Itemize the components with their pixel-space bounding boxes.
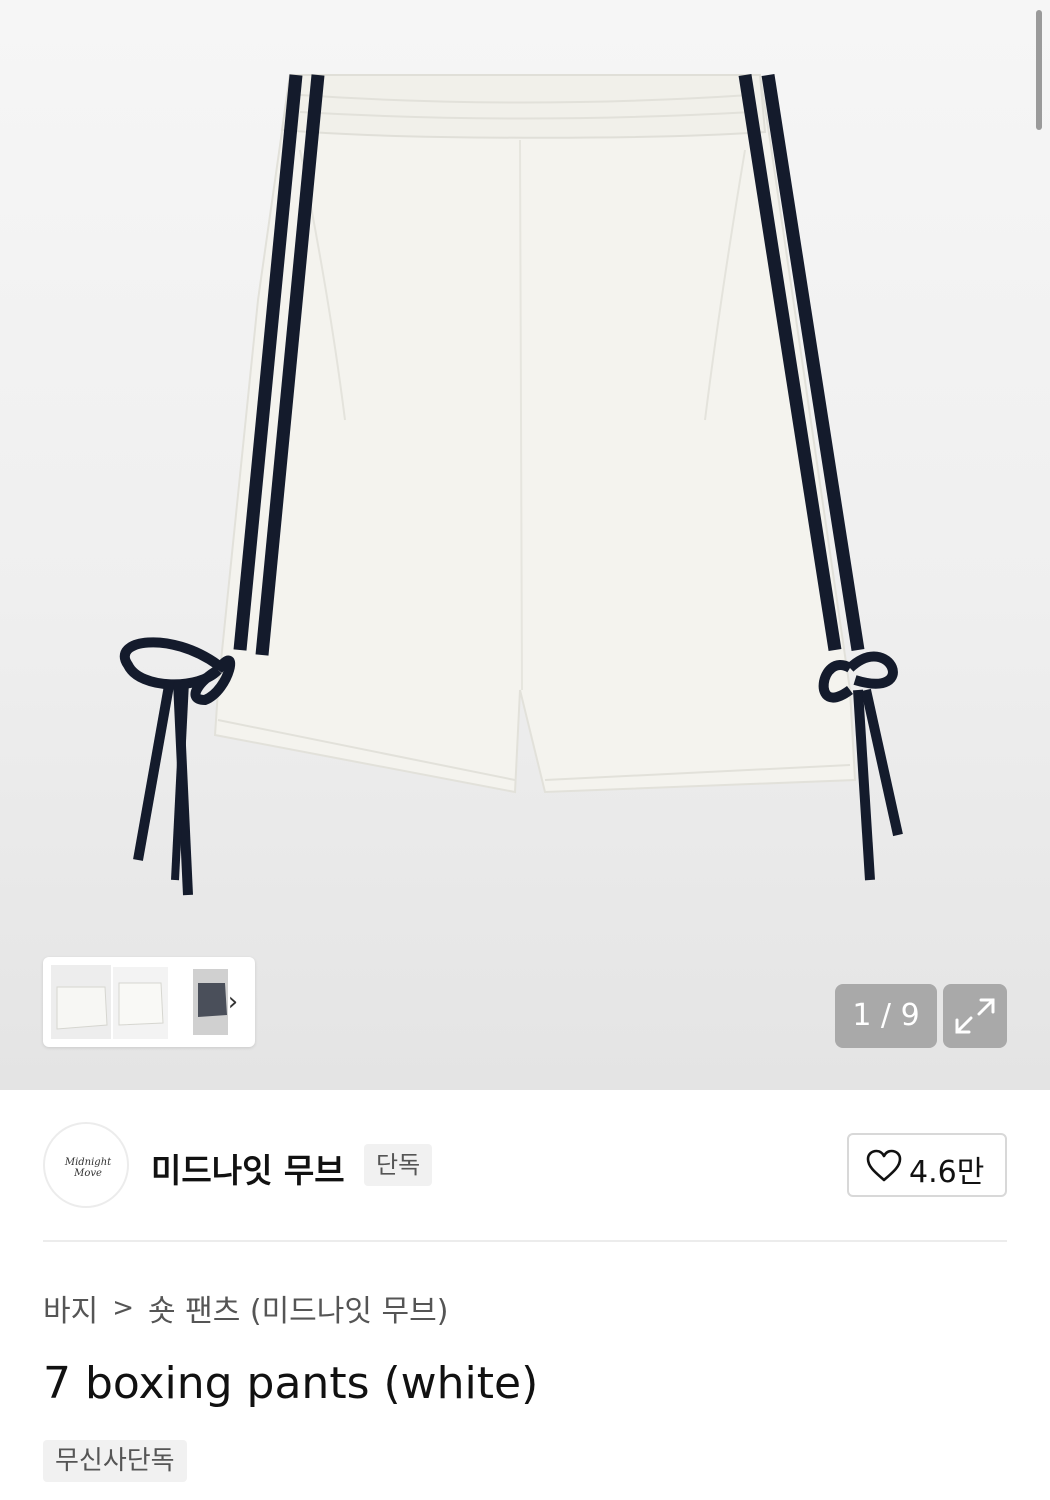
breadcrumb: 바지 > 숏 팬츠 (미드나잇 무브) xyxy=(43,1286,448,1330)
breadcrumb-category[interactable]: 바지 xyxy=(43,1286,98,1330)
brand-name[interactable]: 미드나잇 무브 xyxy=(151,1144,345,1192)
exclusive-tag: 무신사단독 xyxy=(43,1440,187,1482)
page-scrollbar[interactable] xyxy=(1036,10,1042,130)
product-image-gallery[interactable]: › 1 / 9 xyxy=(0,0,1050,1090)
section-divider xyxy=(43,1240,1007,1242)
brand-row: Midnight Move 미드나잇 무브 단독 4.6만 xyxy=(43,1122,1007,1210)
heart-outline-icon xyxy=(866,1149,902,1182)
like-count: 4.6만 xyxy=(909,1155,985,1190)
product-page: › 1 / 9 Midnight Move 미드나잇 무브 단독 4.6만 바지… xyxy=(0,0,1050,1500)
product-title: 7 boxing pants (white) xyxy=(43,1358,539,1409)
thumbnail-next-arrow[interactable]: › xyxy=(221,987,245,1017)
thumbnail-strip[interactable]: › xyxy=(43,957,255,1047)
brand-exclusive-badge: 단독 xyxy=(364,1144,433,1186)
image-counter: 1 / 9 xyxy=(835,984,937,1048)
brand-logo[interactable]: Midnight Move xyxy=(43,1122,129,1208)
brand-logo-text: Midnight Move xyxy=(64,1157,112,1179)
like-button[interactable]: 4.6만 xyxy=(847,1133,1007,1197)
breadcrumb-subcategory[interactable]: 숏 팬츠 (미드나잇 무브) xyxy=(148,1286,448,1330)
chevron-right-icon: > xyxy=(112,1293,134,1323)
expand-arrows-icon[interactable] xyxy=(943,984,1007,1048)
thumbnail-images xyxy=(51,965,228,1039)
product-image-shorts xyxy=(119,73,903,896)
